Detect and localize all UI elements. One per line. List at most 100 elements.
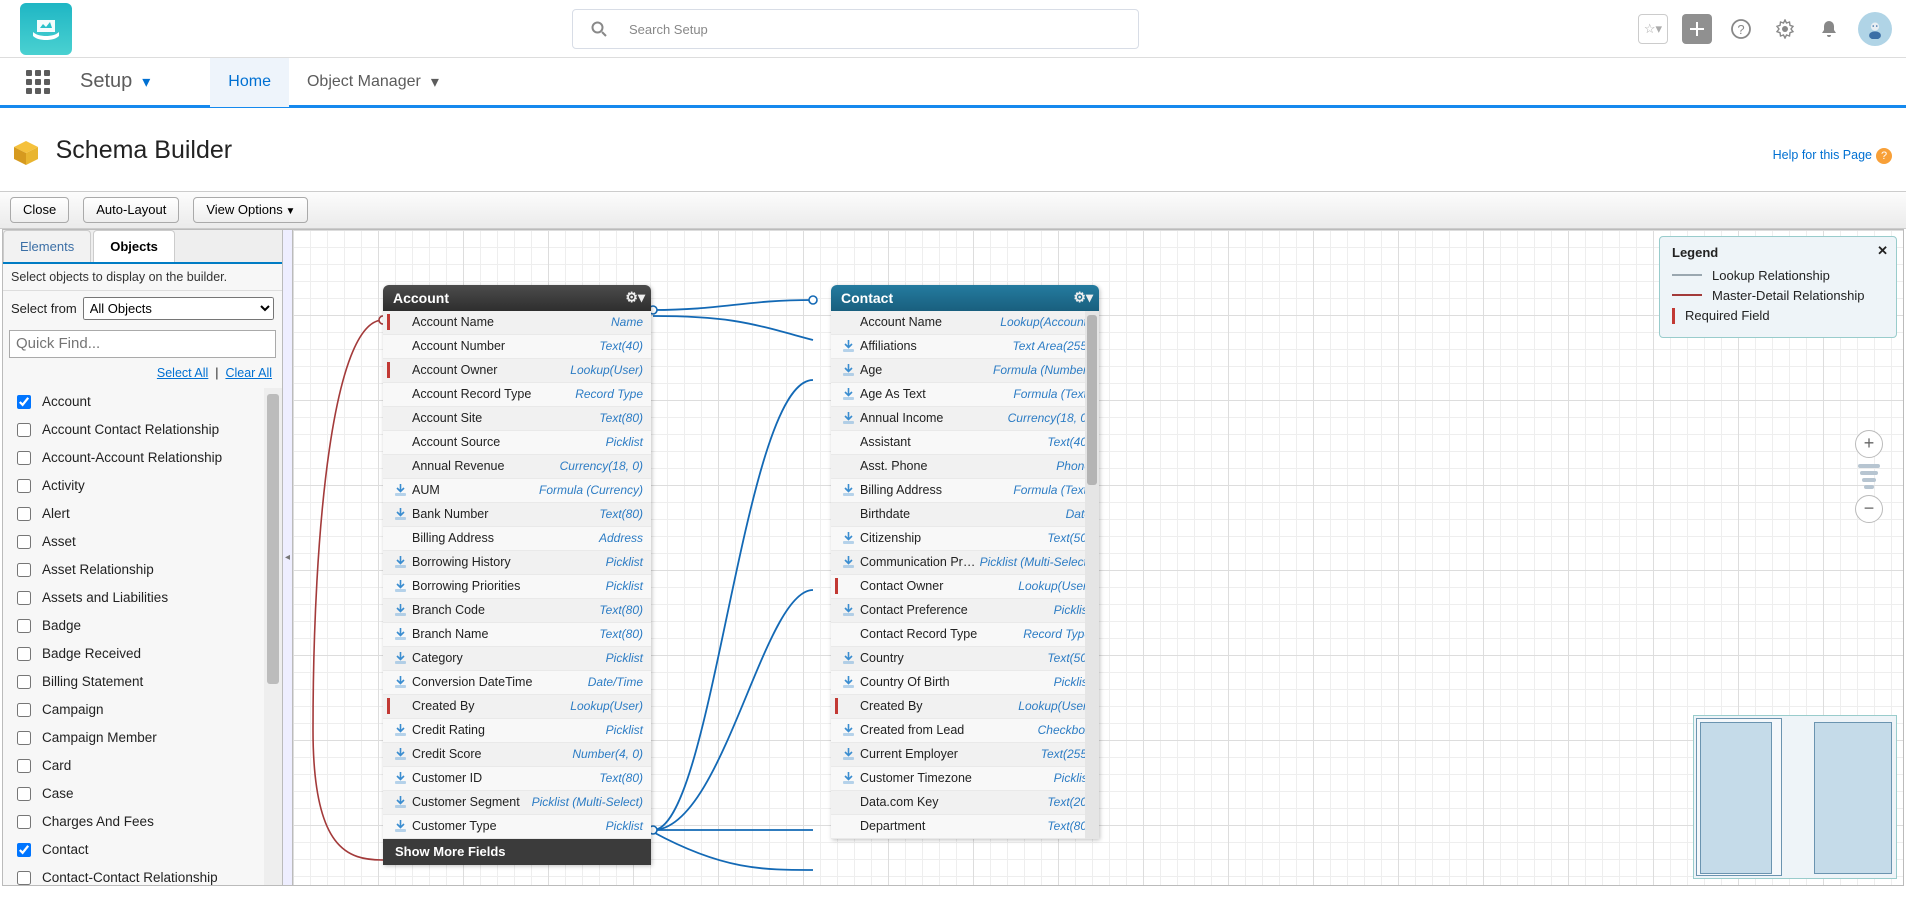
object-list-item[interactable]: Card	[3, 752, 282, 780]
object-list-item[interactable]: Contact-Contact Relationship	[3, 864, 282, 885]
field-row[interactable]: Communication PreferencesPicklist (Multi…	[831, 551, 1099, 575]
clear-all-link[interactable]: Clear All	[225, 366, 272, 380]
view-options-button[interactable]: View Options	[193, 197, 308, 223]
zoom-out-button[interactable]: −	[1855, 495, 1883, 523]
create-icon[interactable]	[1682, 14, 1712, 44]
minimap[interactable]	[1693, 715, 1897, 879]
field-row[interactable]: AUMFormula (Currency)	[383, 479, 651, 503]
object-list-item[interactable]: Billing Statement	[3, 668, 282, 696]
field-row[interactable]: Country Of BirthPicklist	[831, 671, 1099, 695]
notifications-icon[interactable]	[1814, 14, 1844, 44]
favorites-icon[interactable]: ☆▾	[1638, 14, 1668, 44]
zoom-in-button[interactable]: +	[1855, 430, 1883, 458]
zoom-level-indicator[interactable]	[1858, 464, 1880, 489]
object-checkbox[interactable]	[17, 647, 31, 661]
field-row[interactable]: AgeFormula (Number)	[831, 359, 1099, 383]
object-card-contact[interactable]: Contact ⚙▾ Account NameLookup(Account)Af…	[831, 285, 1099, 839]
field-row[interactable]: Customer SegmentPicklist (Multi-Select)	[383, 791, 651, 815]
object-list-item[interactable]: Asset Relationship	[3, 556, 282, 584]
object-list-item[interactable]: Badge Received	[3, 640, 282, 668]
object-list-item[interactable]: Activity	[3, 472, 282, 500]
field-row[interactable]: Borrowing HistoryPicklist	[383, 551, 651, 575]
sidebar-tab-elements[interactable]: Elements	[3, 230, 91, 262]
field-row[interactable]: Conversion DateTimeDate/Time	[383, 671, 651, 695]
field-row[interactable]: Current EmployerText(255)	[831, 743, 1099, 767]
field-row[interactable]: Age As TextFormula (Text)	[831, 383, 1099, 407]
help-icon[interactable]: ?	[1726, 14, 1756, 44]
object-checkbox[interactable]	[17, 787, 31, 801]
field-row[interactable]: Billing AddressFormula (Text)	[831, 479, 1099, 503]
sidebar-collapse-handle[interactable]: ◂	[283, 230, 293, 885]
field-row[interactable]: Annual RevenueCurrency(18, 0)	[383, 455, 651, 479]
field-row[interactable]: CitizenshipText(50)	[831, 527, 1099, 551]
field-row[interactable]: Customer IDText(80)	[383, 767, 651, 791]
help-for-page-link[interactable]: Help for this Page?	[1773, 148, 1892, 164]
app-logo[interactable]	[20, 3, 72, 55]
field-row[interactable]: Contact PreferencePicklist	[831, 599, 1099, 623]
field-row[interactable]: Created ByLookup(User)	[831, 695, 1099, 719]
field-row[interactable]: Account SourcePicklist	[383, 431, 651, 455]
field-row[interactable]: Customer TimezonePicklist	[831, 767, 1099, 791]
object-checkbox[interactable]	[17, 535, 31, 549]
sidebar-tab-objects[interactable]: Objects	[93, 230, 175, 262]
field-row[interactable]: Data.com KeyText(20)	[831, 791, 1099, 815]
field-row[interactable]: Created from LeadCheckbox	[831, 719, 1099, 743]
object-list-item[interactable]: Campaign Member	[3, 724, 282, 752]
object-checkbox[interactable]	[17, 871, 31, 885]
select-from-dropdown[interactable]: All Objects	[83, 297, 274, 320]
object-checkbox[interactable]	[17, 423, 31, 437]
close-button[interactable]: Close	[10, 197, 69, 223]
object-card-account[interactable]: Account ⚙▾ Account NameNameAccount Numbe…	[383, 285, 651, 865]
object-checkbox[interactable]	[17, 507, 31, 521]
object-list-item[interactable]: Badge	[3, 612, 282, 640]
object-list-item[interactable]: Asset	[3, 528, 282, 556]
object-list[interactable]: AccountAccount Contact RelationshipAccou…	[3, 388, 282, 885]
field-row[interactable]: DepartmentText(80)	[831, 815, 1099, 839]
object-checkbox[interactable]	[17, 731, 31, 745]
close-icon[interactable]: ✕	[1877, 243, 1888, 259]
object-checkbox[interactable]	[17, 815, 31, 829]
object-checkbox[interactable]	[17, 563, 31, 577]
object-checkbox[interactable]	[17, 703, 31, 717]
object-checkbox[interactable]	[17, 675, 31, 689]
field-row[interactable]: Created ByLookup(User)	[383, 695, 651, 719]
object-checkbox[interactable]	[17, 843, 31, 857]
field-row[interactable]: Contact OwnerLookup(User)	[831, 575, 1099, 599]
field-row[interactable]: Credit RatingPicklist	[383, 719, 651, 743]
object-list-item[interactable]: Assets and Liabilities	[3, 584, 282, 612]
object-list-item[interactable]: Campaign	[3, 696, 282, 724]
object-checkbox[interactable]	[17, 451, 31, 465]
field-row[interactable]: Account OwnerLookup(User)	[383, 359, 651, 383]
field-row[interactable]: Account Record TypeRecord Type	[383, 383, 651, 407]
field-row[interactable]: Bank NumberText(80)	[383, 503, 651, 527]
schema-canvas[interactable]: Account ⚙▾ Account NameNameAccount Numbe…	[293, 230, 1903, 885]
field-row[interactable]: Annual IncomeCurrency(18, 0)	[831, 407, 1099, 431]
object-card-header[interactable]: Contact ⚙▾	[831, 285, 1099, 311]
field-row[interactable]: AssistantText(40)	[831, 431, 1099, 455]
select-all-link[interactable]: Select All	[157, 366, 208, 380]
sidebar-scrollbar[interactable]	[264, 388, 282, 885]
nav-tab-home[interactable]: Home	[210, 57, 289, 107]
field-row[interactable]: Branch NameText(80)	[383, 623, 651, 647]
object-checkbox[interactable]	[17, 395, 31, 409]
user-avatar[interactable]	[1858, 12, 1892, 46]
field-row[interactable]: Account NameLookup(Account)	[831, 311, 1099, 335]
object-checkbox[interactable]	[17, 479, 31, 493]
object-checkbox[interactable]	[17, 619, 31, 633]
field-row[interactable]: Asst. PhonePhone	[831, 455, 1099, 479]
object-card-header[interactable]: Account ⚙▾	[383, 285, 651, 311]
field-row[interactable]: CountryText(50)	[831, 647, 1099, 671]
auto-layout-button[interactable]: Auto-Layout	[83, 197, 179, 223]
object-list-item[interactable]: Account-Account Relationship	[3, 444, 282, 472]
search-input[interactable]: Search Setup	[572, 9, 1139, 49]
field-row[interactable]: Account NumberText(40)	[383, 335, 651, 359]
field-row[interactable]: AffiliationsText Area(255)	[831, 335, 1099, 359]
object-checkbox[interactable]	[17, 759, 31, 773]
setup-gear-icon[interactable]	[1770, 14, 1800, 44]
card-scrollbar[interactable]	[1085, 311, 1099, 839]
object-list-item[interactable]: Alert	[3, 500, 282, 528]
field-row[interactable]: Account NameName	[383, 311, 651, 335]
object-checkbox[interactable]	[17, 591, 31, 605]
nav-tab-object-manager[interactable]: Object Manager▾	[289, 57, 457, 107]
field-row[interactable]: CategoryPicklist	[383, 647, 651, 671]
